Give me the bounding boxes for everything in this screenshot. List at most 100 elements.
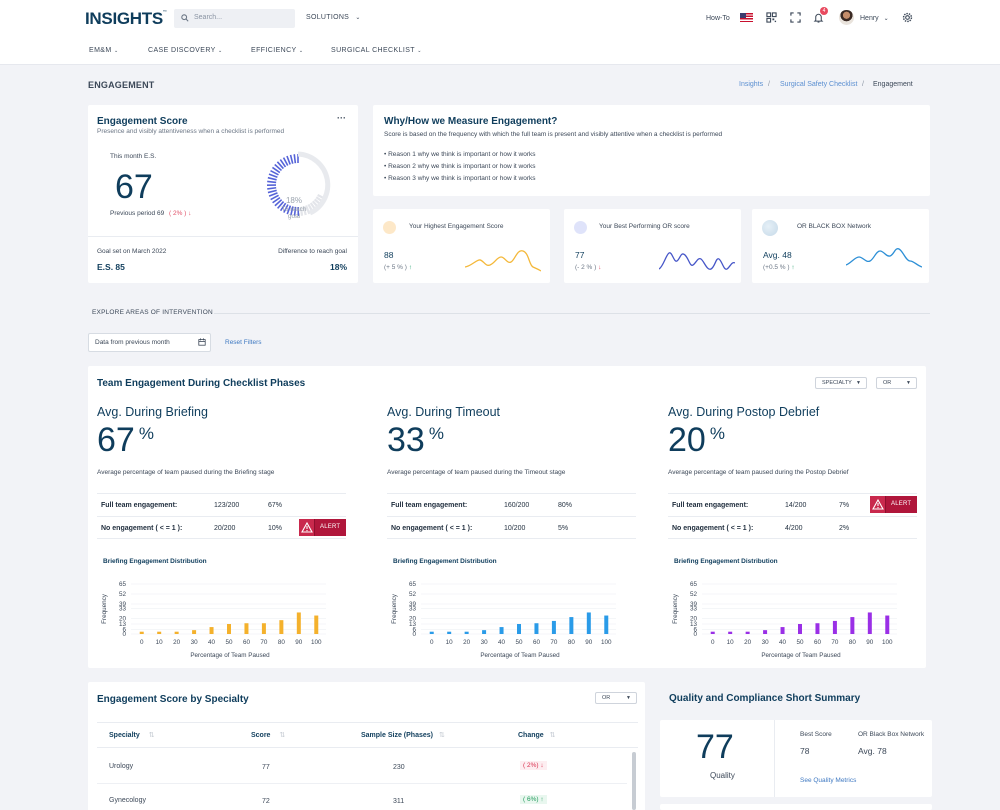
gear-icon[interactable] <box>902 12 913 23</box>
mini-change: (+0.5 % ) ↑ <box>763 264 795 271</box>
alert-button[interactable]: ALERT <box>299 519 346 536</box>
distribution-bar-chart: 061320333952650 10 20 30 40 50 60 70 80 90 100Freq… <box>672 581 897 659</box>
sort-icon: ⇅ <box>438 732 445 739</box>
x-tick-label: 100 <box>601 639 612 646</box>
mini-label: Your Highest Engagement Score <box>409 223 504 230</box>
indicator-dot <box>574 221 587 234</box>
howto-link[interactable]: How-To <box>706 15 730 22</box>
bar <box>551 620 556 634</box>
black-box-network-card: OR BLACK BOX Network Avg. 48 (+0.5 % ) ↑ <box>752 209 929 283</box>
bar <box>227 624 231 634</box>
y-axis-label: Frequency <box>101 593 108 624</box>
user-menu[interactable]: Henry ⌄ <box>860 15 889 22</box>
caret-down-icon: ▼ <box>626 695 631 701</box>
specialty-sample: 230 <box>393 764 405 771</box>
bar <box>763 630 768 634</box>
quality-title: Quality and Compliance Short Summary <box>669 693 861 704</box>
bar <box>499 627 504 634</box>
fullscreen-icon[interactable] <box>790 12 801 23</box>
sort-icon: ⇅ <box>549 732 556 739</box>
reset-filters-link[interactable]: Reset Filters <box>225 339 261 346</box>
why-title: Why/How we Measure Engagement? <box>384 116 558 127</box>
or-dropdown[interactable]: OR ▼ <box>876 377 917 389</box>
gauge-tick <box>267 189 277 194</box>
x-tick-label: 60 <box>814 639 822 646</box>
y-tick-label: 65 <box>690 581 698 588</box>
arrow-down-icon: ↓ <box>598 264 602 271</box>
nav-item-efficiency[interactable]: EFFICIENCY ⌄ <box>251 47 303 54</box>
solutions-menu[interactable]: SOLUTIONS ⌄ <box>306 14 361 21</box>
nav-item-case-discovery[interactable]: CASE DISCOVERY ⌄ <box>148 47 223 54</box>
bar <box>815 623 820 634</box>
distribution-chart-title: Briefing Engagement Distribution <box>674 558 778 565</box>
previous-period: Previous period 69 ( 2% ) ↓ <box>110 210 192 217</box>
column-header-change[interactable]: Change ⇅ <box>518 731 556 739</box>
x-tick-label: 20 <box>463 639 471 646</box>
nav-item-surgical-checklist[interactable]: SURGICAL CHECKLIST ⌄ <box>331 47 422 54</box>
breadcrumb-insights[interactable]: Insights <box>739 81 763 88</box>
chevron-down-icon: ⌄ <box>883 16 889 22</box>
bar <box>261 623 266 634</box>
specialty-dropdown[interactable]: SPECIALTY ▼ <box>815 377 867 389</box>
breadcrumb-surgical-checklist[interactable]: Surgical Safety Checklist <box>780 81 857 88</box>
quality-label: Quality <box>710 771 735 780</box>
avatar[interactable] <box>839 10 854 25</box>
table-scrollbar[interactable] <box>632 752 636 810</box>
x-tick-label: 40 <box>498 639 506 646</box>
app-logo[interactable]: INSIGHTS™ <box>85 9 167 29</box>
card-subtitle: Presence and visibly attentiveness when … <box>97 128 285 135</box>
sparkline-chart <box>659 252 735 270</box>
next-card <box>660 804 932 810</box>
change-badge: ( 2%) ↓ <box>520 761 547 770</box>
goal-label: Goal set on March 2022 <box>97 248 167 255</box>
difference-label: Difference to reach goal <box>278 248 347 255</box>
chevron-down-icon: ⌄ <box>417 48 422 54</box>
bar <box>279 620 284 634</box>
search-placeholder: Search... <box>194 14 223 21</box>
us-flag-icon[interactable] <box>740 13 753 22</box>
y-axis-label: Frequency <box>672 593 679 624</box>
why-measure-card: Why/How we Measure Engagement? Score is … <box>373 105 930 196</box>
alert-button[interactable]: ALERT <box>870 496 917 513</box>
top-header: INSIGHTS™ Search... SOLUTIONS ⌄ How-To 4… <box>0 0 1000 65</box>
mini-value: 88 <box>384 250 394 260</box>
nav-item-emm[interactable]: EM&M ⌄ <box>89 47 119 54</box>
x-tick-label: 20 <box>173 639 181 646</box>
y-tick-label: 20 <box>409 616 417 623</box>
difference-value: 18% <box>329 262 347 272</box>
more-icon[interactable]: ··· <box>337 113 346 123</box>
reason-item: • Reason 2 why we think is important or … <box>384 163 536 170</box>
x-tick-label: 70 <box>260 639 268 646</box>
specialty-or-dropdown[interactable]: OR ▼ <box>595 692 637 704</box>
qr-code-icon[interactable] <box>766 12 777 23</box>
phase-title: Avg. During Postop Debrief <box>668 405 820 419</box>
mini-value: 77 <box>575 250 585 260</box>
arrow-up-icon: ↑ <box>408 264 412 271</box>
search-input[interactable]: Search... <box>174 9 295 28</box>
column-header-specialty[interactable]: Specialty ⇅ <box>109 731 155 739</box>
specialty-table-card: Engagement Score by Specialty OR ▼ <box>88 682 645 810</box>
x-tick-label: 10 <box>156 639 164 646</box>
arrow-down-icon: ↓ <box>186 210 192 217</box>
column-header-score[interactable]: Score ⇅ <box>251 731 285 739</box>
change-badge: ( 6%) ↑ <box>520 795 547 804</box>
x-tick-label: 50 <box>796 639 804 646</box>
x-tick-label: 60 <box>533 639 541 646</box>
column-header-sample-size[interactable]: Sample Size (Phases) ⇅ <box>361 731 445 739</box>
phase-average: 67% <box>97 421 154 459</box>
x-tick-label: 70 <box>550 639 558 646</box>
reason-item: • Reason 1 why we think is important or … <box>384 151 536 158</box>
chevron-down-icon: ⌄ <box>217 48 223 54</box>
date-filter-input[interactable]: Data from previous month <box>88 333 211 352</box>
chevron-down-icon: ⌄ <box>298 48 304 54</box>
specialty-score: 77 <box>262 764 270 771</box>
globe-icon <box>762 220 778 236</box>
quality-metrics-link[interactable]: See Quality Metrics <box>800 777 856 784</box>
y-tick-label: 20 <box>690 616 698 623</box>
bar <box>885 615 890 634</box>
x-tick-label: 30 <box>481 639 489 646</box>
bar <box>314 615 319 634</box>
gauge-tick <box>289 154 294 164</box>
calendar-icon <box>198 338 206 346</box>
bar <box>534 623 539 634</box>
